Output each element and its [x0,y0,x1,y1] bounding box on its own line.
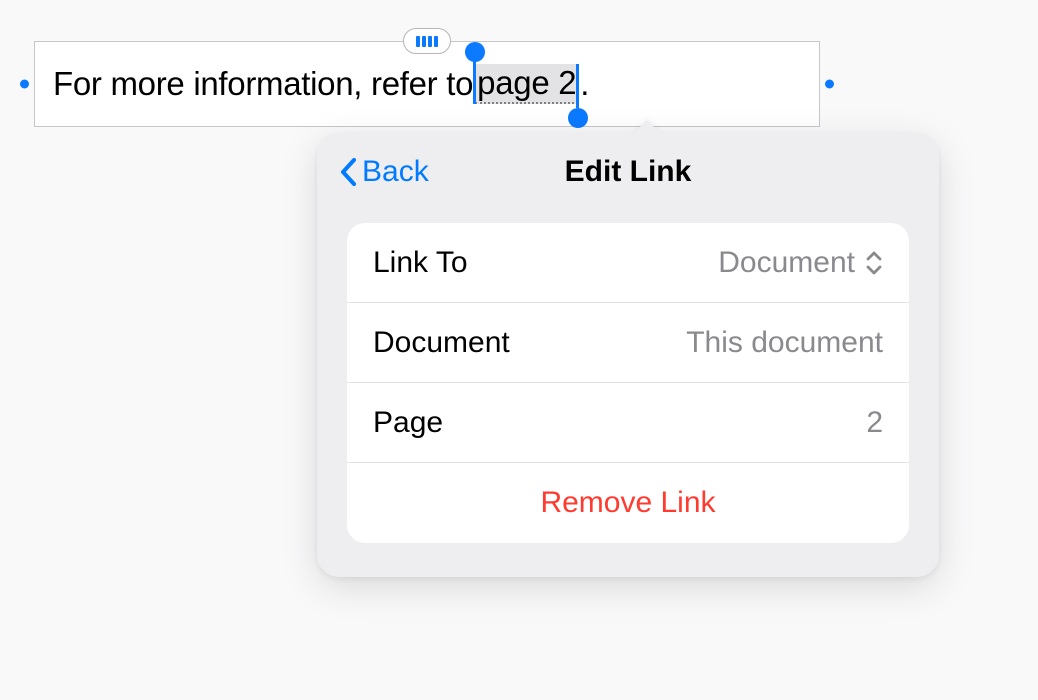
linked-text-selection[interactable]: page 2 [475,64,578,104]
text-box[interactable]: For more information, refer to page 2 . [34,41,820,127]
top-drag-handle[interactable] [403,28,451,54]
document-row[interactable]: Document This document [347,303,909,383]
popover-header: Back Edit Link [317,133,939,211]
chevron-left-icon [339,157,356,187]
chevron-up-down-icon [865,250,883,276]
remove-link-label: Remove Link [540,486,715,520]
link-to-row[interactable]: Link To Document [347,223,909,303]
text-after-link: . [580,65,589,103]
document-label: Document [373,326,510,360]
text-before-link: For more information, refer to [53,65,473,103]
resize-handle-left[interactable] [20,80,29,89]
back-button[interactable]: Back [339,155,429,189]
link-to-value: Document [718,246,883,280]
selection-handle-start[interactable] [473,60,476,104]
document-value: This document [686,326,883,360]
page-row[interactable]: Page 2 [347,383,909,463]
page-label: Page [373,406,443,440]
resize-handle-right[interactable] [825,80,834,89]
link-settings-card: Link To Document Document This document … [347,223,909,543]
link-to-label: Link To [373,246,468,280]
popover-title: Edit Link [565,155,692,189]
back-label: Back [362,155,429,189]
page-value: 2 [866,406,883,440]
selection-handle-end[interactable] [576,64,579,108]
edit-link-popover: Back Edit Link Link To Document Document… [317,133,939,577]
remove-link-button[interactable]: Remove Link [347,463,909,543]
